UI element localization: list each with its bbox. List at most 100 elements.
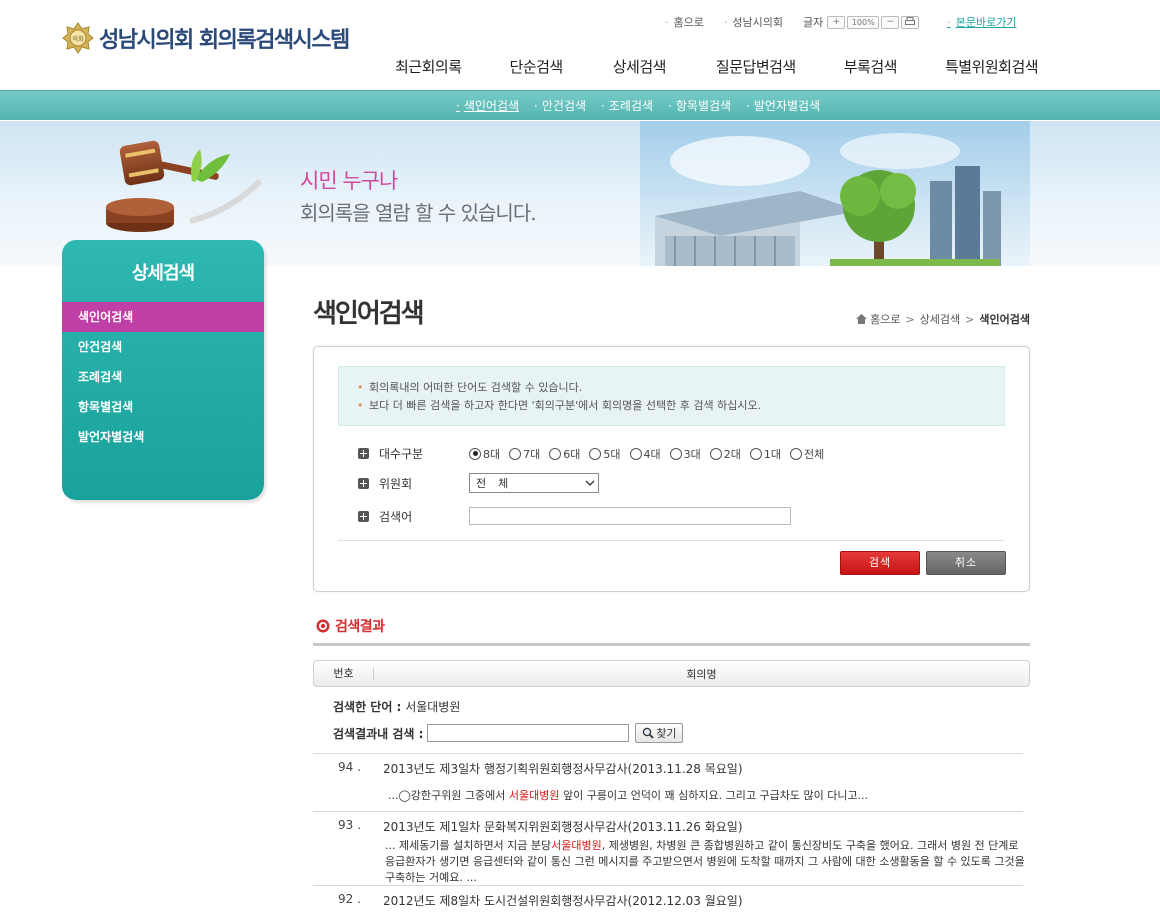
era-radio-3[interactable]: 3대 — [669, 446, 701, 462]
subnav-agenda-search[interactable]: 안건검색 — [534, 97, 586, 114]
snippet-highlight: 서울대병원 — [508, 789, 560, 802]
era-radio-6[interactable]: 6대 — [549, 446, 580, 462]
breadcrumb-home[interactable]: 홈으로 — [870, 311, 900, 327]
committee-row: 위원회 전체 — [358, 473, 599, 493]
snippet-text: 앞이 구릉이고 언덕이 꽤 심하지요. 그리고 구급차도 많이 다니고... — [559, 789, 869, 802]
era-radio-2[interactable]: 2대 — [709, 446, 741, 462]
era-radio-8[interactable]: 8대 — [469, 446, 500, 462]
era-option-label: 3대 — [683, 447, 701, 461]
sidebar-item-item-search[interactable]: 항목별검색 — [62, 392, 264, 422]
committee-select[interactable]: 전체 — [469, 473, 599, 493]
plus-icon — [358, 448, 369, 459]
sub-nav-bar: 색인어검색 안건검색 조례검색 항목별검색 발언자별검색 — [0, 90, 1160, 120]
font-increase-button[interactable]: + — [827, 15, 846, 29]
skip-to-content-link[interactable]: 본문바로가기 — [947, 14, 1017, 30]
breadcrumb-section[interactable]: 상세검색 — [920, 311, 960, 327]
era-option-label: 7대 — [523, 447, 541, 461]
era-radio-7[interactable]: 7대 — [509, 446, 540, 462]
radio-icon[interactable] — [589, 447, 602, 460]
searched-word-label: 검색한 단어 : — [333, 700, 402, 714]
gnb-appendix-search[interactable]: 부록검색 — [844, 56, 898, 77]
gnb-detailed-search[interactable]: 상세검색 — [613, 56, 667, 77]
column-header-no: 번호 — [314, 667, 374, 680]
slogan-line-2: 회의록을 열람 할 수 있습니다. — [300, 201, 537, 225]
result-title[interactable]: 2013년도 제3일차 행정기획위원회행정사무감사(2013.11.28 목요일… — [383, 760, 743, 777]
cancel-button[interactable]: 취소 — [926, 551, 1006, 575]
result-separator — [313, 811, 1023, 812]
radio-icon[interactable] — [790, 447, 802, 460]
result-number: 93 . — [338, 818, 361, 832]
era-row: 대수구분 8대 7대 6대 5대 4대 3대 2대 1대 전체 — [358, 445, 833, 462]
era-option-label: 6대 — [563, 447, 581, 461]
keyword-row: 검색어 — [358, 507, 791, 525]
era-radio-1[interactable]: 1대 — [749, 446, 781, 462]
sidebar-item-index-search[interactable]: 색인어검색 — [62, 302, 264, 332]
print-icon[interactable] — [901, 15, 920, 29]
keyword-label: 검색어 — [379, 509, 413, 524]
gnb-recent-minutes[interactable]: 최근회의록 — [395, 56, 462, 77]
keyword-input[interactable] — [469, 507, 791, 525]
font-decrease-button[interactable]: − — [881, 15, 900, 29]
find-button[interactable]: 찾기 — [635, 723, 684, 743]
result-separator — [313, 885, 1023, 886]
result-title[interactable]: 2012년도 제8일차 도시건설위원회행정사무감사(2012.12.03 월요일… — [383, 892, 743, 909]
site-title: 성남시의회 회의록검색시스템 — [99, 28, 350, 53]
subnav-ordinance-search[interactable]: 조례검색 — [601, 97, 653, 114]
notice-line: 회의록내의 어떠한 단어도 검색할 수 있습니다. — [357, 379, 1004, 397]
result-title[interactable]: 2013년도 제1일차 문화복지위원회행정사무감사(2013.11.26 화요일… — [383, 818, 743, 835]
search-within-row: 검색결과내 검색 : 찾기 — [333, 723, 684, 743]
subnav-item-search[interactable]: 항목별검색 — [668, 97, 731, 114]
gnb-qa-search[interactable]: 질문답변검색 — [716, 56, 796, 77]
seal-logo-icon: 의회 — [62, 22, 94, 54]
panel-divider — [338, 540, 1005, 541]
results-heading: 검색결과 — [316, 616, 385, 636]
plus-icon — [358, 477, 369, 489]
radio-icon[interactable] — [669, 447, 682, 460]
seal-text: 의회 — [72, 35, 83, 43]
find-button-label: 찾기 — [656, 727, 677, 740]
era-option-label: 5대 — [603, 447, 621, 461]
gavel-icon — [106, 140, 263, 232]
gnb-simple-search[interactable]: 단순검색 — [510, 56, 564, 77]
search-button[interactable]: 검색 — [840, 551, 920, 575]
council-link[interactable]: 성남시의회 — [724, 14, 783, 30]
home-icon — [856, 314, 868, 324]
snippet-text: ... 제세동기를 설치하면서 지금 분당 — [385, 839, 552, 852]
sidebar-item-ordinance-search[interactable]: 조례검색 — [62, 362, 264, 392]
era-label: 대수구분 — [379, 447, 424, 461]
subnav-index-search[interactable]: 색인어검색 — [456, 97, 519, 114]
searched-word-line: 검색한 단어 : 서울대병원 — [333, 698, 460, 715]
breadcrumb-separator: > — [905, 312, 915, 326]
search-form-panel: 회의록내의 어떠한 단어도 검색할 수 있습니다. 보다 더 빠른 검색을 하고… — [313, 346, 1030, 592]
plus-icon — [358, 510, 369, 522]
radio-icon[interactable] — [549, 447, 562, 460]
banner-slogan: 시민 누구나 회의록을 열람 할 수 있습니다. — [300, 165, 537, 226]
target-icon — [316, 619, 330, 633]
column-header-meeting-name: 회의명 — [686, 667, 717, 681]
home-link[interactable]: 홈으로 — [665, 14, 704, 30]
radio-icon[interactable] — [749, 447, 762, 460]
era-radio-4[interactable]: 4대 — [629, 446, 661, 462]
notice-line: 보다 더 빠른 검색을 하고자 한다면 '회의구분'에서 회의명을 선택한 후 … — [357, 397, 1004, 415]
sidebar-item-agenda-search[interactable]: 안건검색 — [62, 332, 264, 362]
era-option-label: 전체 — [804, 447, 825, 461]
radio-icon[interactable] — [709, 447, 722, 460]
radio-icon[interactable] — [629, 447, 642, 460]
result-snippet: ...◯강한구위원 그중에서 서울대병원 앞이 구릉이고 언덕이 꽤 심하지요.… — [388, 788, 1028, 804]
font-zoom-display[interactable]: 100% — [847, 15, 880, 29]
result-number: 92 . — [338, 892, 361, 906]
subnav-speaker-search[interactable]: 발언자별검색 — [746, 97, 820, 114]
gnb-special-committee-search[interactable]: 특별위원회검색 — [945, 56, 1039, 77]
era-radio-group: 8대 7대 6대 5대 4대 3대 2대 1대 전체 — [469, 446, 833, 462]
era-radio-5[interactable]: 5대 — [589, 446, 621, 462]
sidebar-item-speaker-search[interactable]: 발언자별검색 — [62, 422, 264, 452]
radio-icon[interactable] — [509, 447, 522, 460]
search-notice: 회의록내의 어떠한 단어도 검색할 수 있습니다. 보다 더 빠른 검색을 하고… — [338, 366, 1005, 426]
search-within-label: 검색결과내 검색 : — [333, 726, 424, 741]
search-within-input[interactable] — [427, 724, 630, 742]
radio-icon[interactable] — [469, 447, 481, 460]
site-logo[interactable]: 의회 성남시의회 회의록검색시스템 — [62, 22, 350, 54]
era-radio-all[interactable]: 전체 — [790, 446, 824, 462]
utility-bar: 홈으로 성남시의회 글자 + 100% − 본문바로가기 — [665, 14, 1016, 30]
era-option-label: 4대 — [643, 447, 661, 461]
